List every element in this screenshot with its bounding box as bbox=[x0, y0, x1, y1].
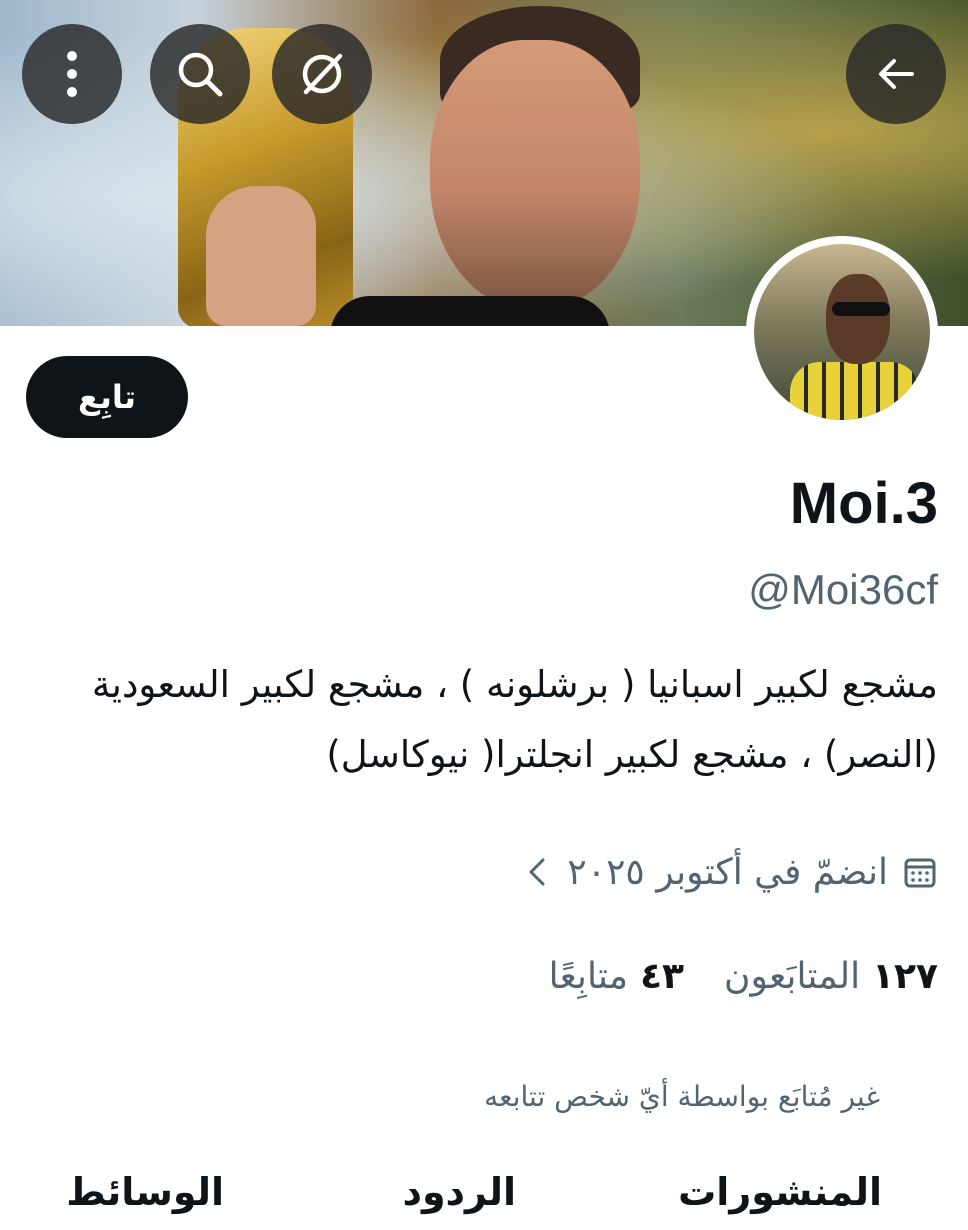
following-label: متابِعًا bbox=[548, 955, 629, 997]
tab-replies[interactable]: الردود bbox=[402, 1170, 516, 1214]
bio-line: (النصر) ، مشجع لكبير انجلترا( نيوكاسل) bbox=[326, 733, 938, 776]
not-followed-notice: غير مُتابَع بواسطة أيّ شخص تتابعه bbox=[484, 1080, 880, 1113]
banner-shirt bbox=[330, 296, 610, 326]
joined-date-row[interactable]: انضمّ في أكتوبر ٢٠٢٥ bbox=[523, 842, 938, 902]
followers-count: ١٢٧ bbox=[872, 955, 938, 997]
profile-tabs: المنشورات الردود الوسائط bbox=[0, 1170, 968, 1230]
search-button[interactable] bbox=[150, 24, 250, 124]
tab-media[interactable]: الوسائط bbox=[66, 1170, 224, 1214]
following-count: ٤٣ bbox=[640, 955, 685, 997]
arrow-left-icon bbox=[879, 59, 914, 89]
display-name: Moi.3 bbox=[789, 471, 938, 536]
chevron-left-icon bbox=[529, 858, 545, 886]
calendar-icon bbox=[904, 858, 936, 888]
avatar-sunglasses bbox=[832, 302, 890, 316]
banner-face bbox=[430, 40, 640, 310]
search-icon bbox=[178, 52, 223, 97]
following-link[interactable]: ٤٣ متابِعًا bbox=[549, 956, 684, 997]
back-button[interactable] bbox=[846, 24, 946, 124]
follow-button[interactable]: تابِع bbox=[26, 356, 188, 438]
avatar[interactable] bbox=[746, 236, 938, 428]
followers-link[interactable]: ١٢٧ المتابَعون bbox=[724, 956, 938, 997]
more-vertical-icon bbox=[67, 51, 77, 97]
banner-hand bbox=[206, 186, 316, 326]
grok-icon bbox=[302, 53, 343, 95]
tab-posts[interactable]: المنشورات bbox=[678, 1170, 882, 1214]
bio-line: مشجع لكبير اسبانيا ( برشلونه ) ، مشجع لك… bbox=[91, 663, 938, 706]
joined-date-text: انضمّ في أكتوبر ٢٠٢٥ bbox=[567, 851, 888, 893]
more-button[interactable] bbox=[22, 24, 122, 124]
user-handle: @Moi36cf bbox=[748, 566, 938, 613]
grok-button[interactable] bbox=[272, 24, 372, 124]
avatar-image bbox=[754, 244, 930, 420]
followers-label: المتابَعون bbox=[724, 955, 861, 997]
avatar-shirt bbox=[790, 362, 920, 420]
avatar-face bbox=[826, 274, 890, 364]
follow-stats: ١٢٧ المتابَعون ٤٣ متابِعًا bbox=[549, 946, 938, 1006]
profile-bio: مشجع لكبير اسبانيا ( برشلونه ) ، مشجع لك… bbox=[38, 650, 938, 790]
